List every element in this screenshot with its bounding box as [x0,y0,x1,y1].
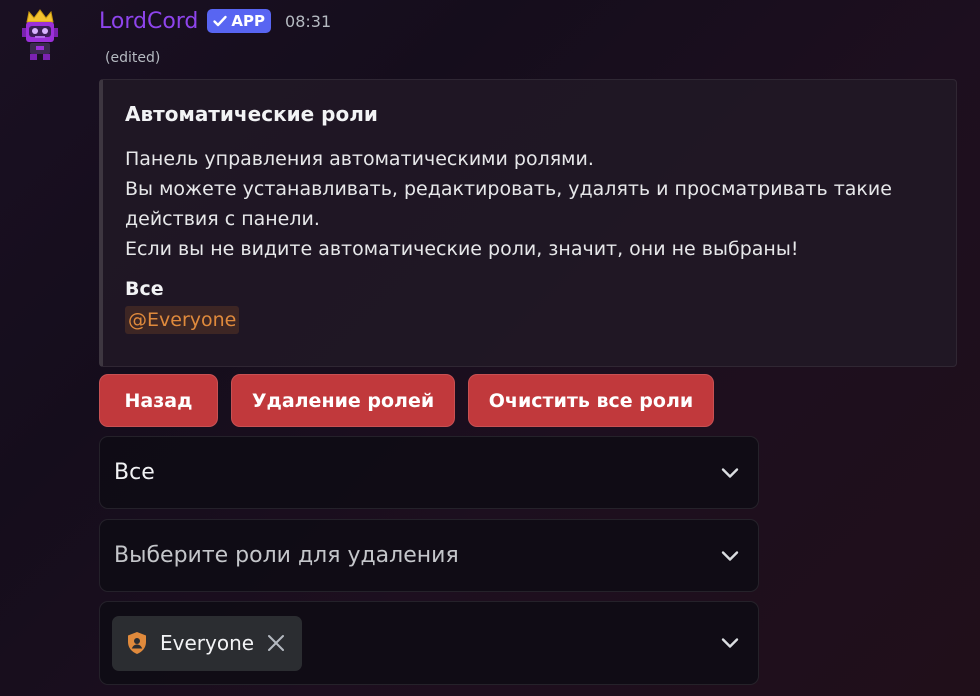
role-select[interactable]: Everyone [99,601,759,685]
role-shield-icon [128,632,146,654]
embed-description-line: Панель управления автоматическими ролями… [125,148,594,170]
embed: Автоматические роли Панель управления ав… [99,79,957,367]
timestamp[interactable]: 08:31 [285,12,331,31]
back-button[interactable]: Назад [99,374,218,427]
chevron-down-icon [721,638,739,648]
category-select-value: Все [114,460,155,485]
role-chip-label: Everyone [160,631,255,655]
checkmark-icon [213,15,228,27]
chevron-down-icon [721,467,739,478]
clear-all-roles-button[interactable]: Очистить все роли [468,374,714,427]
role-mention[interactable]: @Everyone [125,306,240,334]
remove-roles-select[interactable]: Выберите роли для удаления [99,519,759,592]
category-select[interactable]: Все [99,436,759,509]
embed-description-line: Если вы не видите автоматические роли, з… [125,238,799,260]
chevron-down-icon [721,550,739,561]
remove-roles-placeholder: Выберите роли для удаления [114,543,459,568]
embed-title: Автоматические роли [125,102,378,126]
message-header: LordCord APP 08:31 [99,6,331,36]
role-chip[interactable]: Everyone [112,615,303,671]
embed-description-line: действия с панели. [125,208,320,230]
embed-description: Панель управления автоматическими ролями… [125,144,934,264]
edited-label: (edited) [105,50,161,66]
close-icon[interactable] [266,633,286,653]
embed-description-line: Вы можете устанавливать, редактировать, … [125,178,892,200]
app-badge-label: APP [231,12,266,30]
embed-field-name: Все [125,278,164,300]
username[interactable]: LordCord [99,9,198,34]
robot-avatar-icon [22,9,58,60]
app-badge: APP [207,9,272,33]
button-row: Назад Удаление ролей Очистить все роли [99,374,714,427]
delete-roles-button[interactable]: Удаление ролей [231,374,455,427]
avatar[interactable] [18,8,62,62]
